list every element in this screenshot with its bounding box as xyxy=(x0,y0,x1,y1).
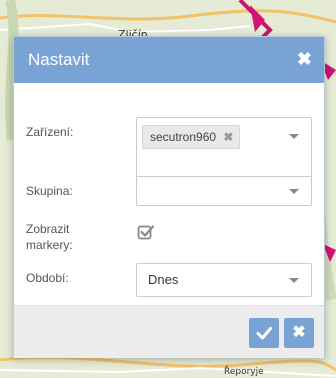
settings-dialog: Nastavit ✖ Zařízení: secutron960 ✖ Skupi… xyxy=(13,36,325,358)
dialog-title: Nastavit xyxy=(28,50,90,69)
show-markers-label: Zobrazit markery: xyxy=(26,222,73,252)
dialog-footer: ✖ xyxy=(14,305,324,358)
selected-device-tag-label: secutron960 xyxy=(150,130,217,144)
chevron-down-icon[interactable] xyxy=(289,278,299,283)
cancel-button[interactable]: ✖ xyxy=(284,318,314,348)
device-label: Zařízení: xyxy=(26,125,74,139)
period-select-value: Dnes xyxy=(148,272,179,287)
selected-device-tag: secutron960 ✖ xyxy=(142,125,241,149)
group-label: Skupina: xyxy=(26,184,73,198)
close-icon: ✖ xyxy=(292,324,306,341)
period-label: Období: xyxy=(26,271,69,285)
chevron-down-icon[interactable] xyxy=(289,189,299,194)
period-select[interactable]: Dnes xyxy=(136,263,312,297)
map-town-label-bottom: Řeporyje xyxy=(224,367,264,377)
group-select[interactable] xyxy=(136,176,312,206)
checkbox-checked-icon[interactable] xyxy=(137,223,155,241)
chevron-down-icon[interactable] xyxy=(289,134,299,139)
close-icon[interactable]: ✖ xyxy=(297,50,312,68)
check-icon xyxy=(256,327,272,340)
device-multiselect[interactable]: secutron960 ✖ xyxy=(136,117,312,179)
dialog-header: Nastavit ✖ xyxy=(14,37,324,83)
tag-remove-icon[interactable]: ✖ xyxy=(223,130,233,144)
confirm-button[interactable] xyxy=(249,318,279,348)
